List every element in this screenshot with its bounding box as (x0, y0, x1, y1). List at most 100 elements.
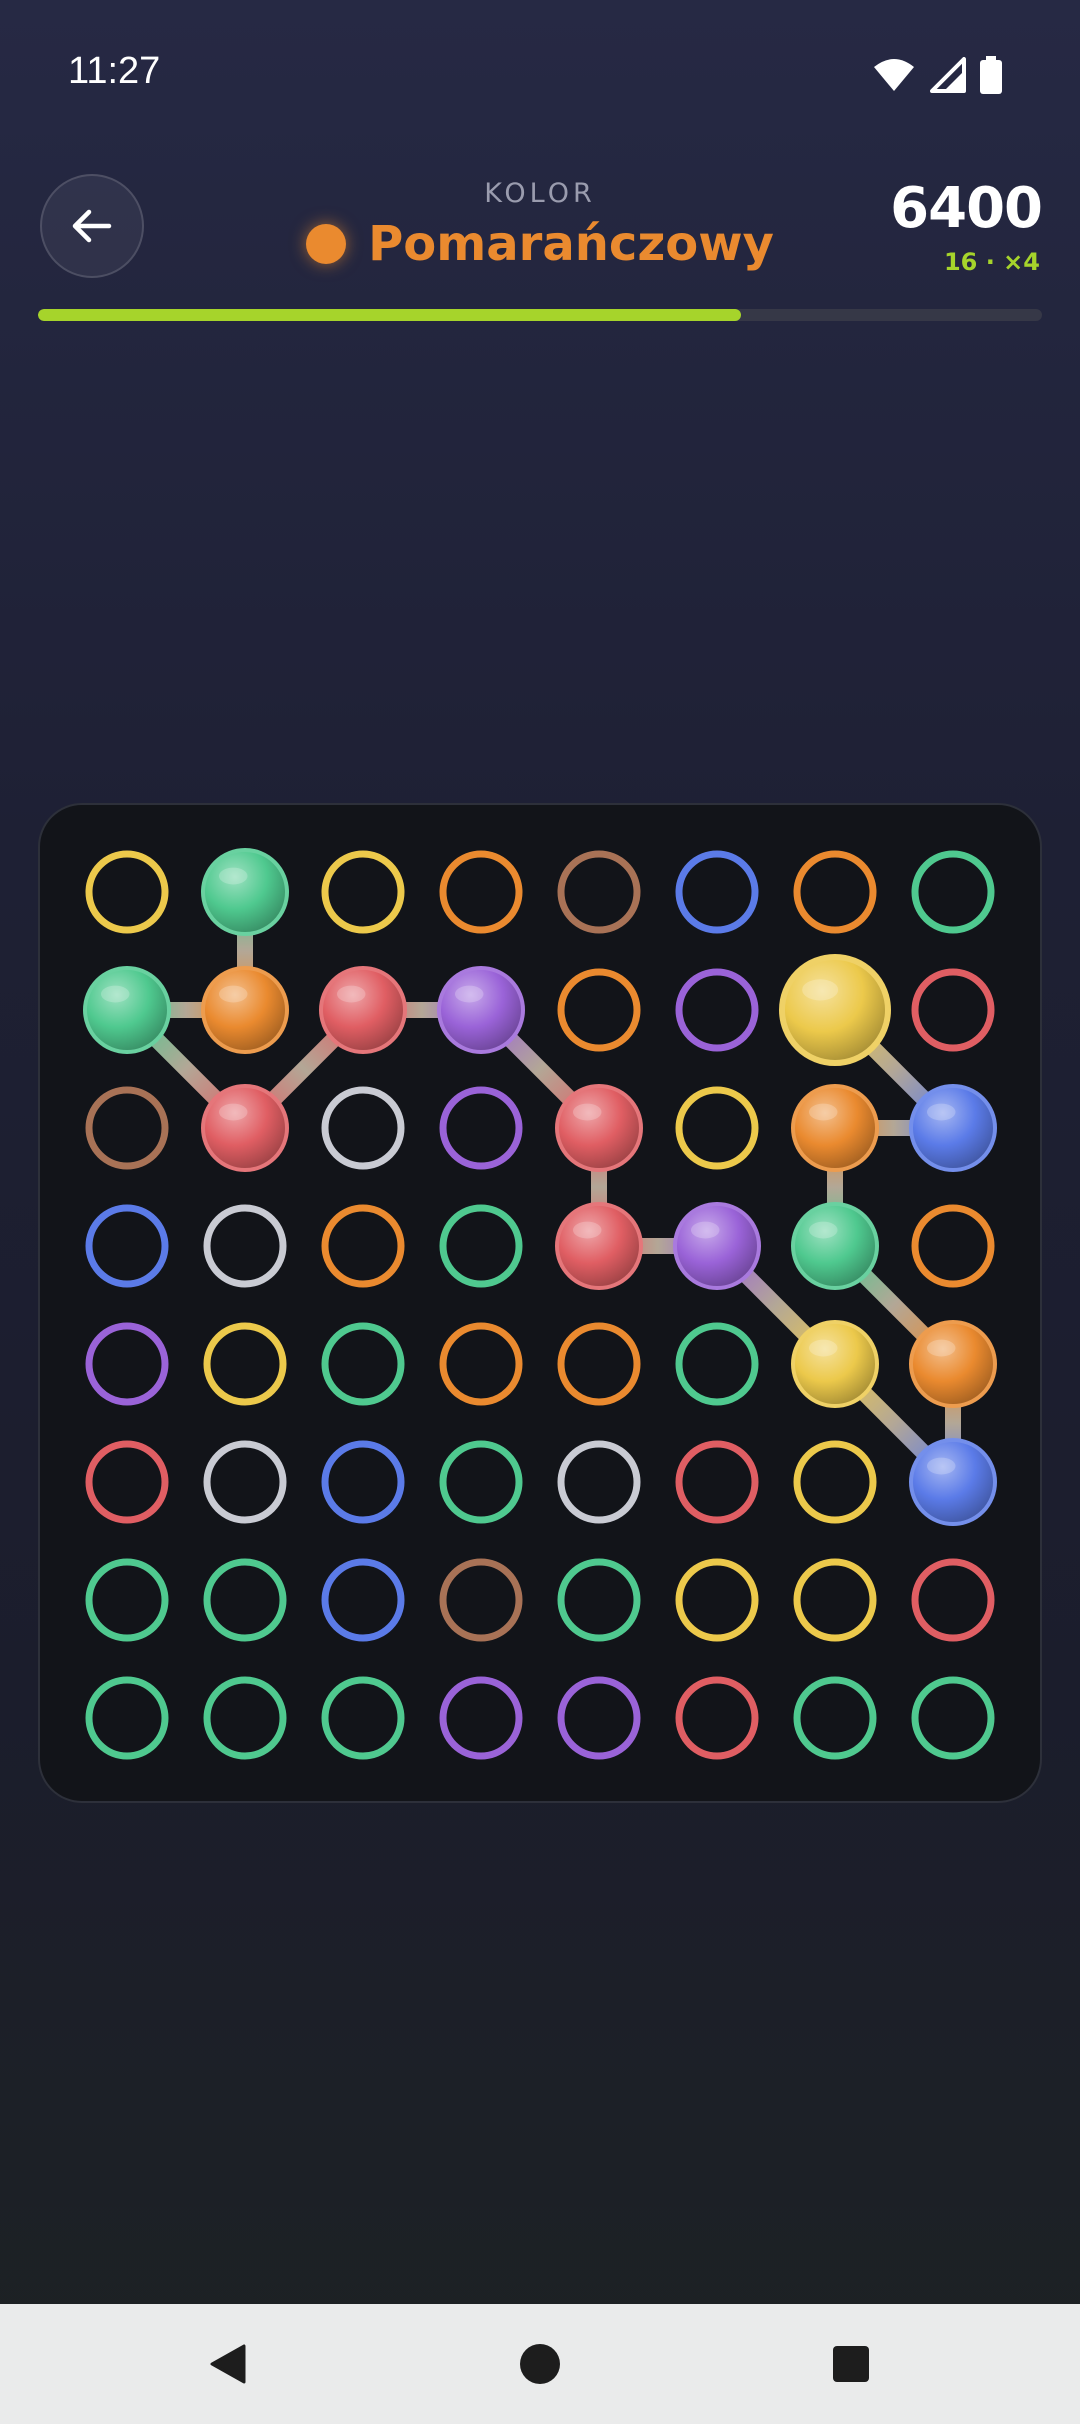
recents-nav-icon (833, 2346, 869, 2382)
wifi-icon (874, 59, 914, 91)
orange-ring[interactable] (439, 850, 523, 934)
selected-blue-dot[interactable] (909, 1084, 997, 1172)
white-ring[interactable] (557, 1440, 641, 1524)
orange-ring[interactable] (321, 1204, 405, 1288)
selected-red-dot[interactable] (555, 1084, 643, 1172)
yellow-ring[interactable] (321, 850, 405, 934)
nav-home-button[interactable] (480, 2304, 600, 2424)
green-ring[interactable] (203, 1558, 287, 1642)
selected-red-dot[interactable] (555, 1202, 643, 1290)
green-ring[interactable] (85, 1676, 169, 1760)
active-yellow-dot[interactable] (779, 954, 891, 1066)
orange-ring[interactable] (557, 1322, 641, 1406)
dot-highlight (808, 1339, 838, 1357)
red-ring[interactable] (675, 1440, 759, 1524)
green-ring[interactable] (911, 850, 995, 934)
cell-signal-icon (930, 57, 966, 93)
dot-highlight (926, 1103, 956, 1121)
blue-ring[interactable] (321, 1440, 405, 1524)
blue-ring[interactable] (85, 1204, 169, 1288)
purple-ring[interactable] (557, 1676, 641, 1760)
orange-ring[interactable] (793, 850, 877, 934)
purple-ring[interactable] (675, 968, 759, 1052)
green-ring[interactable] (911, 1676, 995, 1760)
orange-ring[interactable] (439, 1322, 523, 1406)
green-ring[interactable] (675, 1322, 759, 1406)
selected-orange-dot[interactable] (201, 966, 289, 1054)
selected-red-dot[interactable] (319, 966, 407, 1054)
board-canvas[interactable] (40, 805, 1040, 1801)
progress-bar (38, 309, 1042, 321)
green-ring[interactable] (203, 1676, 287, 1760)
yellow-ring[interactable] (203, 1322, 287, 1406)
white-ring[interactable] (203, 1204, 287, 1288)
purple-ring[interactable] (439, 1676, 523, 1760)
selected-purple-dot[interactable] (673, 1202, 761, 1290)
status-time: 11:27 (68, 50, 161, 92)
nav-recents-button[interactable] (791, 2304, 911, 2424)
yellow-ring[interactable] (675, 1086, 759, 1170)
yellow-ring[interactable] (85, 850, 169, 934)
selected-green-dot[interactable] (83, 966, 171, 1054)
dot-highlight (690, 1221, 720, 1239)
board-cells[interactable] (83, 848, 997, 1760)
status-icons (872, 56, 1002, 94)
dot-highlight (808, 1221, 838, 1239)
target-color-name: Pomarańczowy (368, 216, 774, 272)
blue-ring[interactable] (675, 850, 759, 934)
green-ring[interactable] (321, 1676, 405, 1760)
orange-ring[interactable] (557, 968, 641, 1052)
battery-icon (980, 56, 1002, 94)
back-nav-icon (210, 2344, 246, 2384)
purple-ring[interactable] (439, 1086, 523, 1170)
white-ring[interactable] (321, 1086, 405, 1170)
selected-yellow-dot[interactable] (791, 1320, 879, 1408)
dot-highlight (218, 985, 248, 1003)
green-ring[interactable] (439, 1204, 523, 1288)
dot-highlight (926, 1339, 956, 1357)
target-color-dot (306, 224, 347, 264)
score: 6400 (890, 176, 1043, 241)
dot-highlight (572, 1221, 602, 1239)
purple-ring[interactable] (85, 1322, 169, 1406)
selected-orange-dot[interactable] (909, 1320, 997, 1408)
game-board[interactable] (38, 803, 1042, 1803)
brown-ring[interactable] (557, 850, 641, 934)
red-ring[interactable] (911, 1558, 995, 1642)
red-ring[interactable] (675, 1676, 759, 1760)
dot-highlight (100, 985, 130, 1003)
selected-green-dot[interactable] (201, 848, 289, 936)
red-ring[interactable] (911, 968, 995, 1052)
green-ring[interactable] (439, 1440, 523, 1524)
yellow-ring[interactable] (793, 1440, 877, 1524)
dot-highlight (808, 1103, 838, 1121)
dot-highlight (336, 985, 366, 1003)
white-ring[interactable] (203, 1440, 287, 1524)
combo-multiplier: 16 · ×4 (943, 248, 1040, 276)
progress-fill (38, 309, 741, 321)
green-ring[interactable] (321, 1322, 405, 1406)
selected-blue-dot[interactable] (909, 1438, 997, 1526)
dot-highlight (926, 1457, 956, 1475)
red-ring[interactable] (85, 1440, 169, 1524)
dot-highlight (218, 1103, 248, 1121)
green-ring[interactable] (557, 1558, 641, 1642)
status-bar: 11:27 (0, 0, 1080, 150)
yellow-ring[interactable] (793, 1558, 877, 1642)
dot-highlight (802, 979, 839, 1001)
orange-ring[interactable] (911, 1204, 995, 1288)
dot-highlight (218, 867, 248, 885)
blue-ring[interactable] (321, 1558, 405, 1642)
selected-green-dot[interactable] (791, 1202, 879, 1290)
yellow-ring[interactable] (675, 1558, 759, 1642)
brown-ring[interactable] (85, 1086, 169, 1170)
brown-ring[interactable] (439, 1558, 523, 1642)
selected-purple-dot[interactable] (437, 966, 525, 1054)
selected-red-dot[interactable] (201, 1084, 289, 1172)
dot-highlight (572, 1103, 602, 1121)
green-ring[interactable] (85, 1558, 169, 1642)
nav-back-button[interactable] (168, 2304, 288, 2424)
green-ring[interactable] (793, 1676, 877, 1760)
selected-orange-dot[interactable] (791, 1084, 879, 1172)
home-nav-icon (520, 2344, 560, 2384)
